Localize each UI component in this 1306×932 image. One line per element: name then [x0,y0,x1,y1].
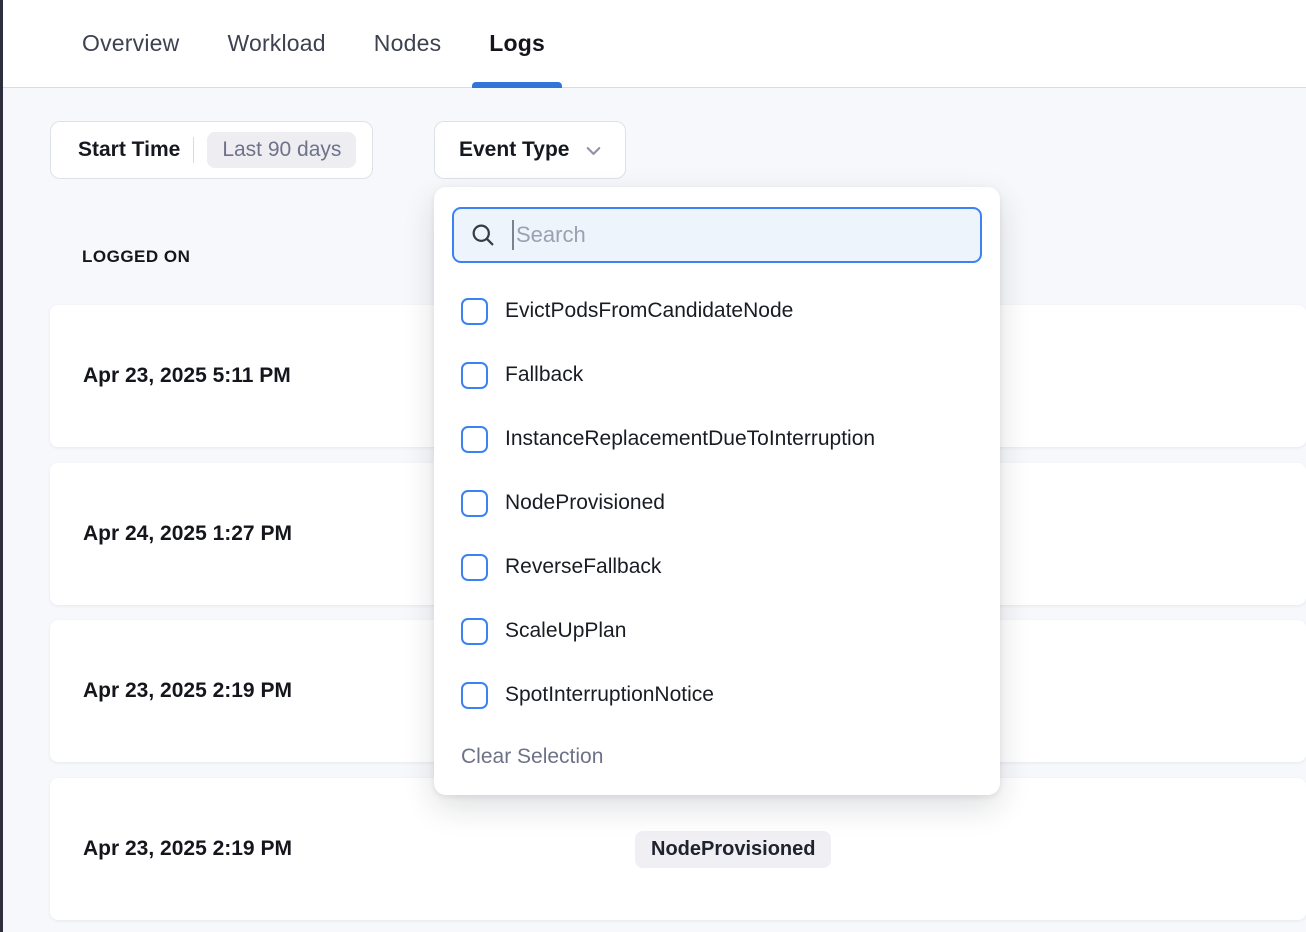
option-spotinterruptionnotice[interactable]: SpotInterruptionNotice [434,663,1000,727]
log-row[interactable]: Apr 23, 2025 2:19 PM NodeProvisioned [50,778,1306,920]
logged-on-column-header: LOGGED ON [82,247,190,267]
option-instancereplacementduetointerruption[interactable]: InstanceReplacementDueToInterruption [434,407,1000,471]
option-label: SpotInterruptionNotice [505,683,714,707]
event-type-dropdown-panel: EvictPodsFromCandidateNode Fallback Inst… [434,187,1000,795]
tab-nodes-label: Nodes [374,30,441,57]
checkbox-unchecked[interactable] [461,298,488,325]
clear-selection-button[interactable]: Clear Selection [434,733,630,781]
start-time-label: Start Time [78,138,180,162]
logged-on-value: Apr 23, 2025 5:11 PM [83,364,291,388]
search-icon [469,221,497,249]
event-type-filter-button[interactable]: Event Type [434,121,626,179]
tab-workload[interactable]: Workload [227,0,325,88]
search-input[interactable] [516,222,965,248]
option-fallback[interactable]: Fallback [434,343,1000,407]
logged-on-value: Apr 23, 2025 2:19 PM [83,679,292,703]
tab-overview-label: Overview [82,30,179,57]
checkbox-unchecked[interactable] [461,682,488,709]
tab-overview[interactable]: Overview [82,0,179,88]
logged-on-value: Apr 23, 2025 2:19 PM [83,837,292,861]
start-time-value-chip: Last 90 days [207,132,356,168]
tab-nodes[interactable]: Nodes [374,0,441,88]
dropdown-search-box[interactable] [452,207,982,263]
checkbox-unchecked[interactable] [461,362,488,389]
event-type-badge: NodeProvisioned [635,831,831,868]
tab-logs[interactable]: Logs [489,0,545,88]
option-label: EvictPodsFromCandidateNode [505,299,793,323]
option-label: NodeProvisioned [505,491,665,515]
event-type-option-list: EvictPodsFromCandidateNode Fallback Inst… [434,279,1000,727]
checkbox-unchecked[interactable] [461,426,488,453]
option-label: InstanceReplacementDueToInterruption [505,427,875,451]
event-type-label: Event Type [459,138,569,162]
option-scaleupplan[interactable]: ScaleUpPlan [434,599,1000,663]
option-evictpodsfromcandidatenode[interactable]: EvictPodsFromCandidateNode [434,279,1000,343]
checkbox-unchecked[interactable] [461,490,488,517]
logged-on-value: Apr 24, 2025 1:27 PM [83,522,292,546]
start-time-filter-button[interactable]: Start Time Last 90 days [50,121,373,179]
filter-divider [193,137,194,163]
tab-bar: Overview Workload Nodes Logs [0,0,1306,88]
active-tab-underline [472,82,562,88]
option-label: ScaleUpPlan [505,619,626,643]
chevron-down-icon [582,139,605,162]
option-nodeprovisioned[interactable]: NodeProvisioned [434,471,1000,535]
tab-workload-label: Workload [227,30,325,57]
tab-logs-label: Logs [489,30,545,57]
text-cursor [512,220,514,250]
checkbox-unchecked[interactable] [461,554,488,581]
checkbox-unchecked[interactable] [461,618,488,645]
window-left-edge [0,0,3,932]
option-label: ReverseFallback [505,555,661,579]
option-label: Fallback [505,363,583,387]
option-reversefallback[interactable]: ReverseFallback [434,535,1000,599]
